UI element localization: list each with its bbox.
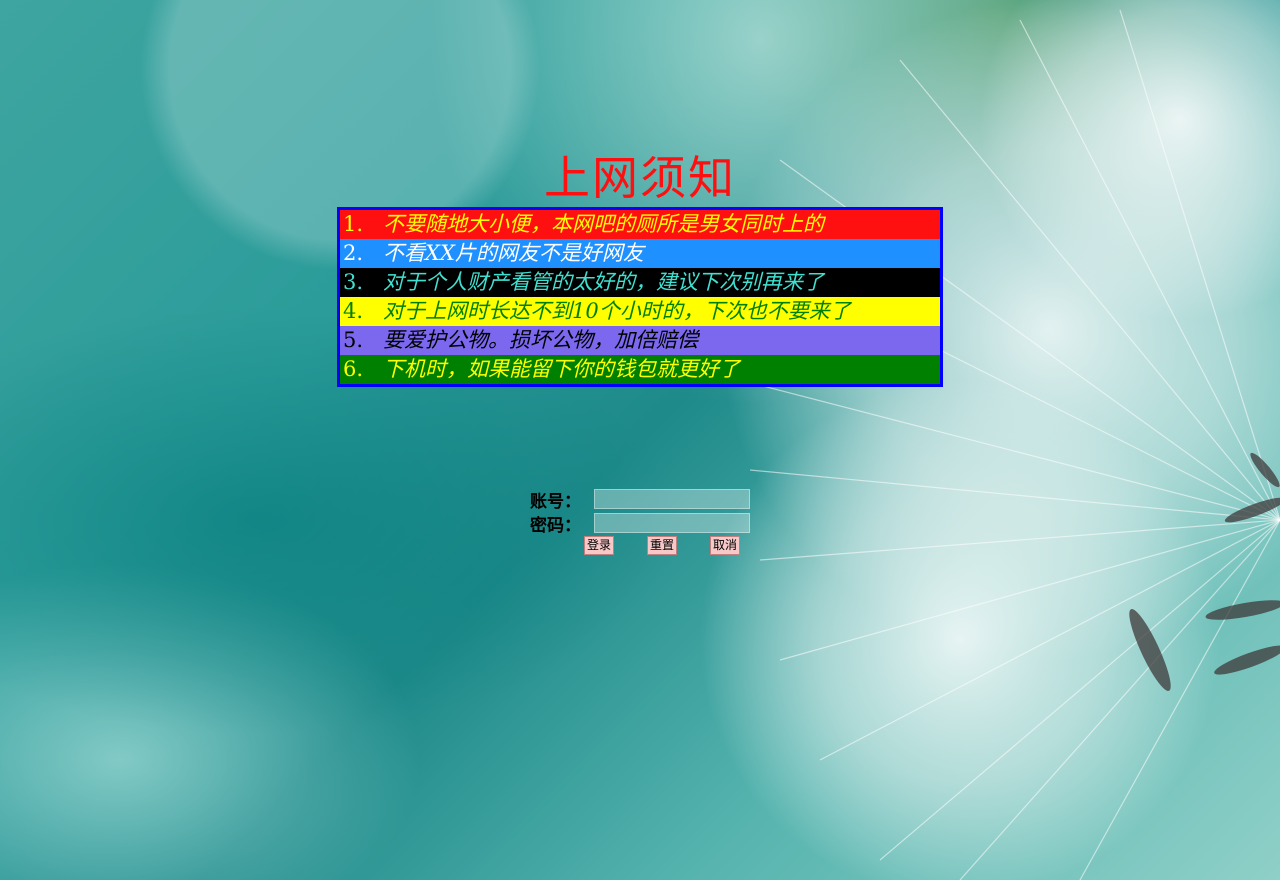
rule-number: 3.	[343, 270, 364, 294]
rule-text: 对于个人财产看管的太好的，建议下次别再来了	[383, 270, 824, 294]
rule-text: 下机时，如果能留下你的钱包就更好了	[383, 357, 740, 381]
login-button[interactable]: 登录	[584, 536, 615, 555]
reset-button[interactable]: 重置	[647, 536, 678, 555]
rule-number: 6.	[343, 357, 364, 381]
rule-number: 2.	[343, 241, 364, 265]
password-input[interactable]	[594, 513, 750, 533]
login-buttons: 登录 重置 取消	[584, 536, 741, 555]
rule-item: 2. 不看XX片的网友不是好网友	[340, 239, 940, 268]
rule-text: 不看XX片的网友不是好网友	[383, 241, 644, 265]
password-row: 密码：	[530, 512, 750, 536]
rule-item: 3. 对于个人财产看管的太好的，建议下次别再来了	[340, 268, 940, 297]
rule-item: 1. 不要随地大小便，本网吧的厕所是男女同时上的	[340, 210, 940, 239]
rule-text: 不要随地大小便，本网吧的厕所是男女同时上的	[383, 212, 824, 236]
rule-text: 要爱护公物。损坏公物，加倍赔偿	[383, 328, 698, 352]
rule-text: 对于上网时长达不到10个小时的，下次也不要来了	[383, 299, 851, 323]
page-title: 上网须知	[544, 151, 736, 205]
account-label: 账号：	[530, 491, 581, 512]
rule-number: 4.	[343, 299, 364, 323]
rule-item: 4. 对于上网时长达不到10个小时的，下次也不要来了	[340, 297, 940, 326]
rule-item: 6. 下机时，如果能留下你的钱包就更好了	[340, 355, 940, 384]
login-form: 账号： 密码：	[530, 488, 750, 536]
password-label: 密码：	[530, 515, 581, 536]
rule-number: 5.	[343, 328, 364, 352]
account-row: 账号：	[530, 488, 750, 512]
rules-list: 1. 不要随地大小便，本网吧的厕所是男女同时上的 2. 不看XX片的网友不是好网友 3.…	[337, 207, 943, 387]
rule-number: 1.	[343, 212, 364, 236]
account-input[interactable]	[594, 489, 750, 509]
cancel-button[interactable]: 取消	[710, 536, 741, 555]
rule-item: 5. 要爱护公物。损坏公物，加倍赔偿	[340, 326, 940, 355]
background-dandelion-image	[700, 0, 1280, 880]
